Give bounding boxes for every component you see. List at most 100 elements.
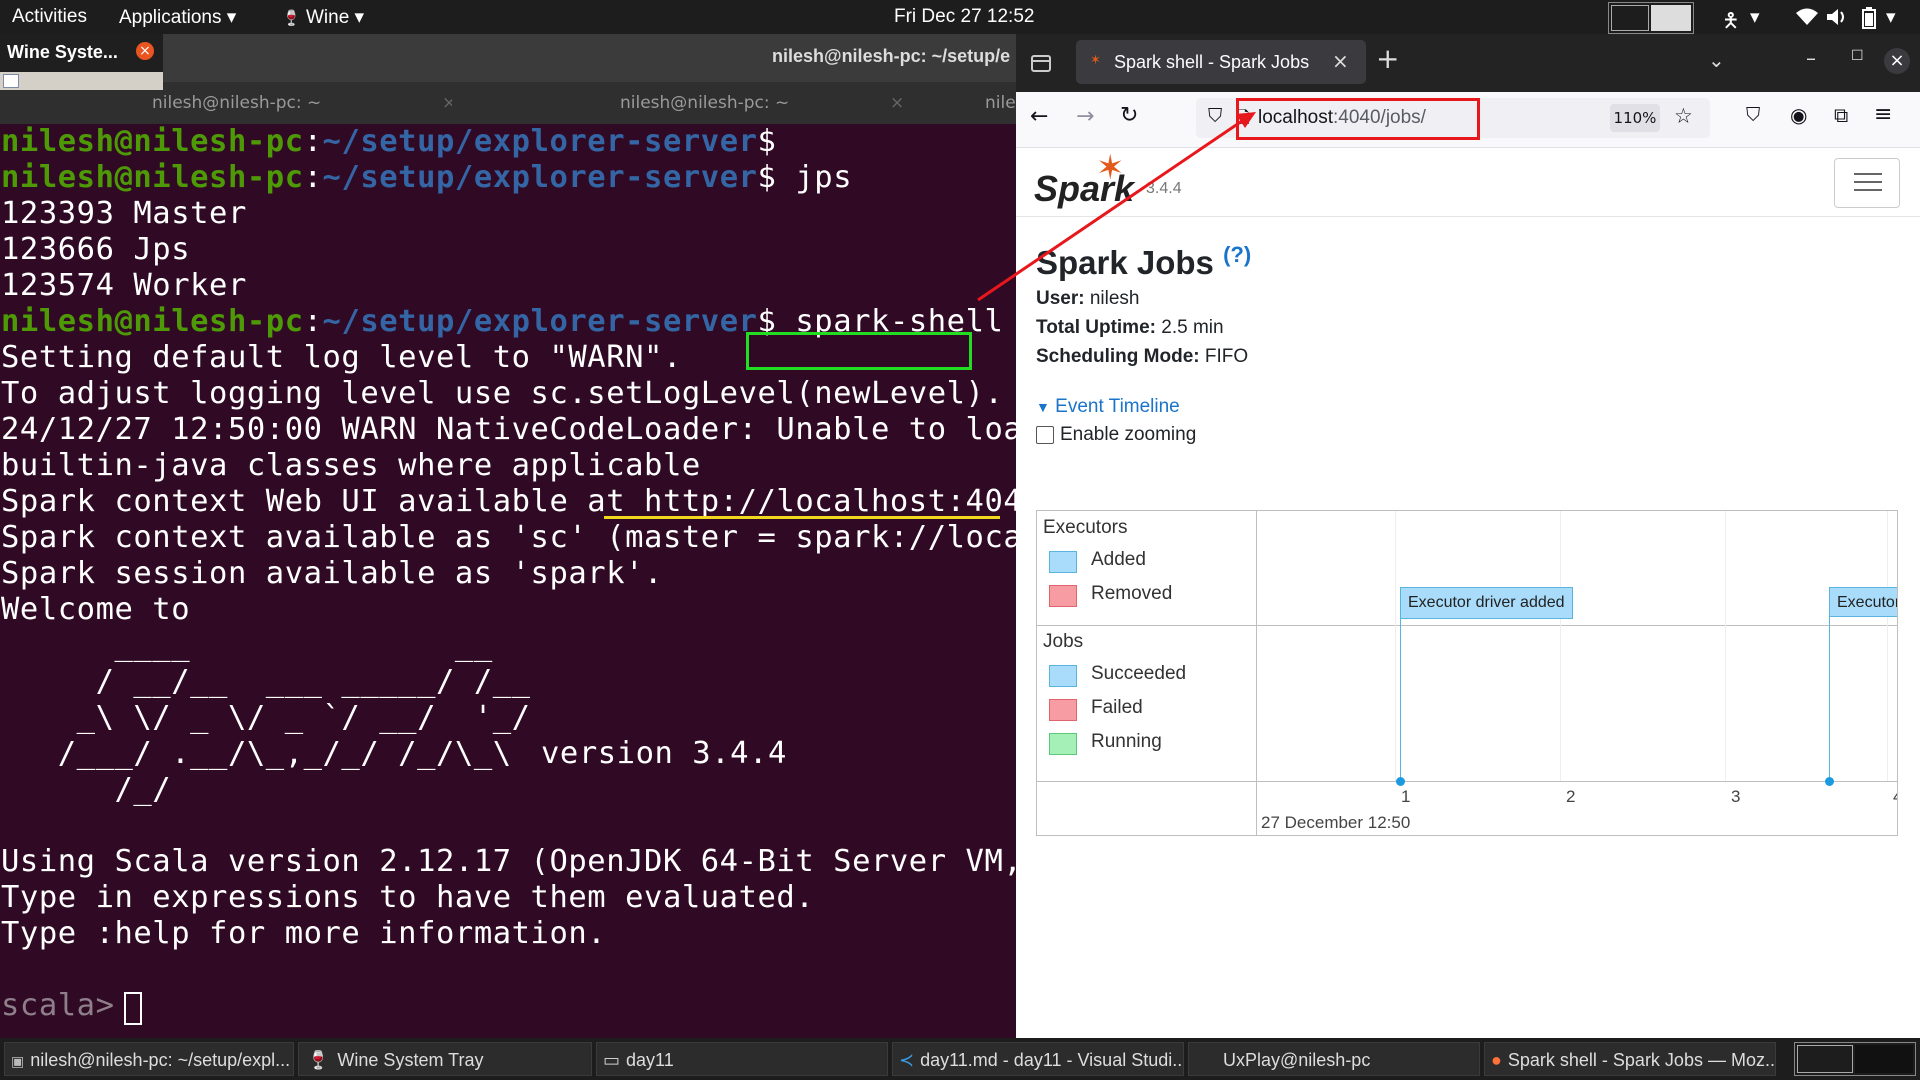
output-line: 123574 Worker bbox=[1, 268, 247, 303]
prompt-separator: : bbox=[303, 124, 323, 159]
taskbar-item-wine[interactable]: 🍷 Wine System Tray bbox=[298, 1042, 592, 1076]
taskbar-item-vscode[interactable]: ≺ day11.md - day11 - Visual Studi... bbox=[892, 1042, 1184, 1076]
zoom-indicator[interactable]: 110% bbox=[1610, 104, 1660, 132]
wine-label: Wine bbox=[305, 7, 350, 28]
taskbar-item-uxplay[interactable]: UxPlay@nilesh-pc bbox=[1188, 1042, 1480, 1076]
clock[interactable]: Fri Dec 27 12:52 bbox=[894, 6, 1034, 28]
prompt-symbol: $ bbox=[757, 160, 777, 195]
enable-zooming-checkbox[interactable] bbox=[1036, 426, 1054, 444]
browser-nav-bar: ← → ↻ ⛉ 🗋 localhost:4040/jobs/ 110% ☆ ⛉ … bbox=[1016, 92, 1920, 148]
tab-label: nilesh@nilesh-pc: ~ bbox=[620, 93, 790, 113]
help-link[interactable]: (?) bbox=[1223, 242, 1251, 267]
spark-favicon: ✶ bbox=[1090, 53, 1101, 68]
prompt-line: nilesh@nilesh-pc:~/setup/explorer-server… bbox=[1, 124, 776, 159]
terminal-tab[interactable]: nilesh@nilesh-pc: ~ × bbox=[152, 82, 452, 124]
menu-icon[interactable]: ≡ bbox=[1874, 102, 1892, 127]
applications-menu[interactable]: Applications ▾ bbox=[119, 6, 236, 29]
terminal-tab[interactable]: nile bbox=[985, 82, 1016, 124]
workspace-1[interactable] bbox=[1797, 1045, 1853, 1073]
highlight-box bbox=[746, 332, 972, 370]
taskbar-item-files[interactable]: ▭ day11 bbox=[596, 1042, 888, 1076]
back-icon[interactable]: ← bbox=[1030, 104, 1048, 129]
caret-down-icon: ▼ bbox=[1036, 399, 1050, 415]
close-icon[interactable]: × bbox=[136, 42, 154, 60]
shield-icon[interactable]: ⛉ bbox=[1208, 105, 1222, 127]
chevron-down-icon: ▾ bbox=[354, 7, 365, 28]
wine-system-tray-window[interactable]: Wine Syste... × bbox=[0, 34, 163, 90]
chevron-down-icon[interactable]: ▾ bbox=[1886, 6, 1896, 29]
workspace-2[interactable] bbox=[1651, 5, 1691, 31]
timeline-label-divider bbox=[1256, 511, 1257, 835]
wine-tray-area[interactable] bbox=[0, 72, 163, 90]
spark-logo[interactable]: Spark ✶ bbox=[1034, 149, 1154, 214]
grid-line bbox=[1887, 511, 1888, 781]
terminal-output[interactable]: nilesh@nilesh-pc:~/setup/explorer-server… bbox=[0, 124, 1016, 1038]
prompt-separator: : bbox=[303, 160, 323, 195]
chevron-down-icon[interactable]: ▾ bbox=[1750, 6, 1760, 29]
list-tabs-icon[interactable]: ⌄ bbox=[1708, 48, 1725, 72]
output-line: builtin-java classes where applicable bbox=[1, 448, 701, 483]
pocket-icon[interactable]: ⛉ bbox=[1746, 104, 1760, 126]
workspace-2[interactable] bbox=[1855, 1045, 1913, 1073]
close-window-icon[interactable]: × bbox=[1884, 48, 1910, 74]
volume-icon[interactable] bbox=[1826, 8, 1848, 26]
taskbar-item-label: day11.md - day11 - Visual Studi... bbox=[920, 1050, 1184, 1070]
legend-succeeded-label: Succeeded bbox=[1091, 663, 1187, 684]
wine-tray-title: Wine Syste... bbox=[7, 42, 118, 62]
workspace-switcher[interactable] bbox=[1794, 1042, 1916, 1076]
workspace-1[interactable] bbox=[1611, 5, 1649, 31]
firefox-view-icon[interactable] bbox=[1030, 52, 1052, 74]
event-timeline-label: Event Timeline bbox=[1055, 396, 1180, 417]
minimize-icon[interactable]: – bbox=[1806, 46, 1816, 70]
event-timeline-chart[interactable]: Executors Added Removed Jobs Succeeded F… bbox=[1036, 510, 1898, 836]
forward-icon[interactable]: → bbox=[1076, 104, 1094, 129]
command-text: jps bbox=[776, 160, 853, 195]
page-title: Spark Jobs (?) bbox=[1036, 242, 1251, 282]
event-marker-dot[interactable] bbox=[1396, 777, 1405, 786]
output-line: Spark context available as 'sc' (master … bbox=[1, 520, 1016, 555]
extensions-icon[interactable]: ⧉ bbox=[1834, 103, 1848, 127]
prompt-user: nilesh@nilesh-pc bbox=[1, 304, 304, 339]
folder-icon: ▭ bbox=[603, 1050, 621, 1070]
maximize-icon[interactable]: ☐ bbox=[1851, 48, 1864, 64]
taskbar-item-firefox[interactable]: ● Spark shell - Spark Jobs — Moz... bbox=[1484, 1042, 1776, 1076]
scheduling-info: Scheduling Mode: FIFO bbox=[1036, 346, 1248, 368]
grid-line bbox=[1725, 511, 1726, 781]
close-icon[interactable]: × bbox=[890, 82, 904, 124]
browser-tab-active[interactable]: ✶ Spark shell - Spark Jobs × bbox=[1076, 40, 1366, 84]
terminal-title: nilesh@nilesh-pc: ~/setup/e bbox=[772, 46, 1011, 66]
close-icon[interactable]: × bbox=[442, 82, 452, 124]
legend-running-swatch bbox=[1049, 733, 1077, 755]
output-line: Spark context Web UI available at http:/… bbox=[1, 484, 1016, 519]
event-timeline-toggle[interactable]: ▼ Event Timeline bbox=[1036, 396, 1180, 418]
top-bar: Activities Applications ▾ 🍷 Wine ▾ Fri D… bbox=[0, 0, 1920, 34]
bookmark-star-icon[interactable]: ☆ bbox=[1674, 104, 1693, 128]
navbar-toggle-button[interactable] bbox=[1834, 158, 1900, 208]
activities-button[interactable]: Activities bbox=[12, 6, 87, 28]
output-line: Type :help for more information. bbox=[1, 916, 607, 951]
executor-added-event[interactable]: Executor driver added bbox=[1400, 587, 1573, 619]
reload-icon[interactable]: ↻ bbox=[1120, 103, 1138, 128]
taskbar-item-terminal[interactable]: ▣ nilesh@nilesh-pc: ~/setup/expl... bbox=[4, 1042, 294, 1076]
enable-zooming-label: Enable zooming bbox=[1060, 424, 1197, 445]
executor-event-2[interactable]: Executor bbox=[1829, 587, 1897, 617]
terminal-tab[interactable]: nilesh@nilesh-pc: ~ bbox=[620, 82, 800, 124]
wine-menu[interactable]: 🍷 Wine ▾ bbox=[282, 6, 364, 29]
battery-icon[interactable] bbox=[1862, 7, 1876, 29]
ascii-art-line: _\ \/ _ \/ _ `/ __/ '_/ bbox=[1, 700, 531, 735]
axis-date-label: 27 December 12:50 bbox=[1261, 813, 1411, 832]
account-icon[interactable]: ◉ bbox=[1790, 103, 1807, 127]
tray-app-icon[interactable] bbox=[3, 74, 19, 88]
output-line: Using Scala version 2.12.17 (OpenJDK 64-… bbox=[1, 844, 1016, 879]
wifi-icon[interactable] bbox=[1796, 8, 1818, 26]
timeline-axis-line bbox=[1037, 781, 1897, 782]
workspace-switcher[interactable] bbox=[1608, 2, 1694, 34]
spark-star-icon: ✶ bbox=[1096, 149, 1125, 187]
spark-ui-page: Spark ✶ 3.4.4 Spark Jobs (?) User: niles… bbox=[1016, 148, 1920, 1038]
new-tab-icon[interactable]: + bbox=[1376, 42, 1399, 75]
web-ui-link[interactable]: http://localhost:4040 bbox=[644, 484, 1016, 519]
prompt-path: ~/setup/explorer-server bbox=[322, 124, 758, 159]
close-icon[interactable]: × bbox=[1332, 49, 1349, 73]
event-marker-dot[interactable] bbox=[1825, 777, 1834, 786]
output-line: 123666 Jps bbox=[1, 232, 191, 267]
